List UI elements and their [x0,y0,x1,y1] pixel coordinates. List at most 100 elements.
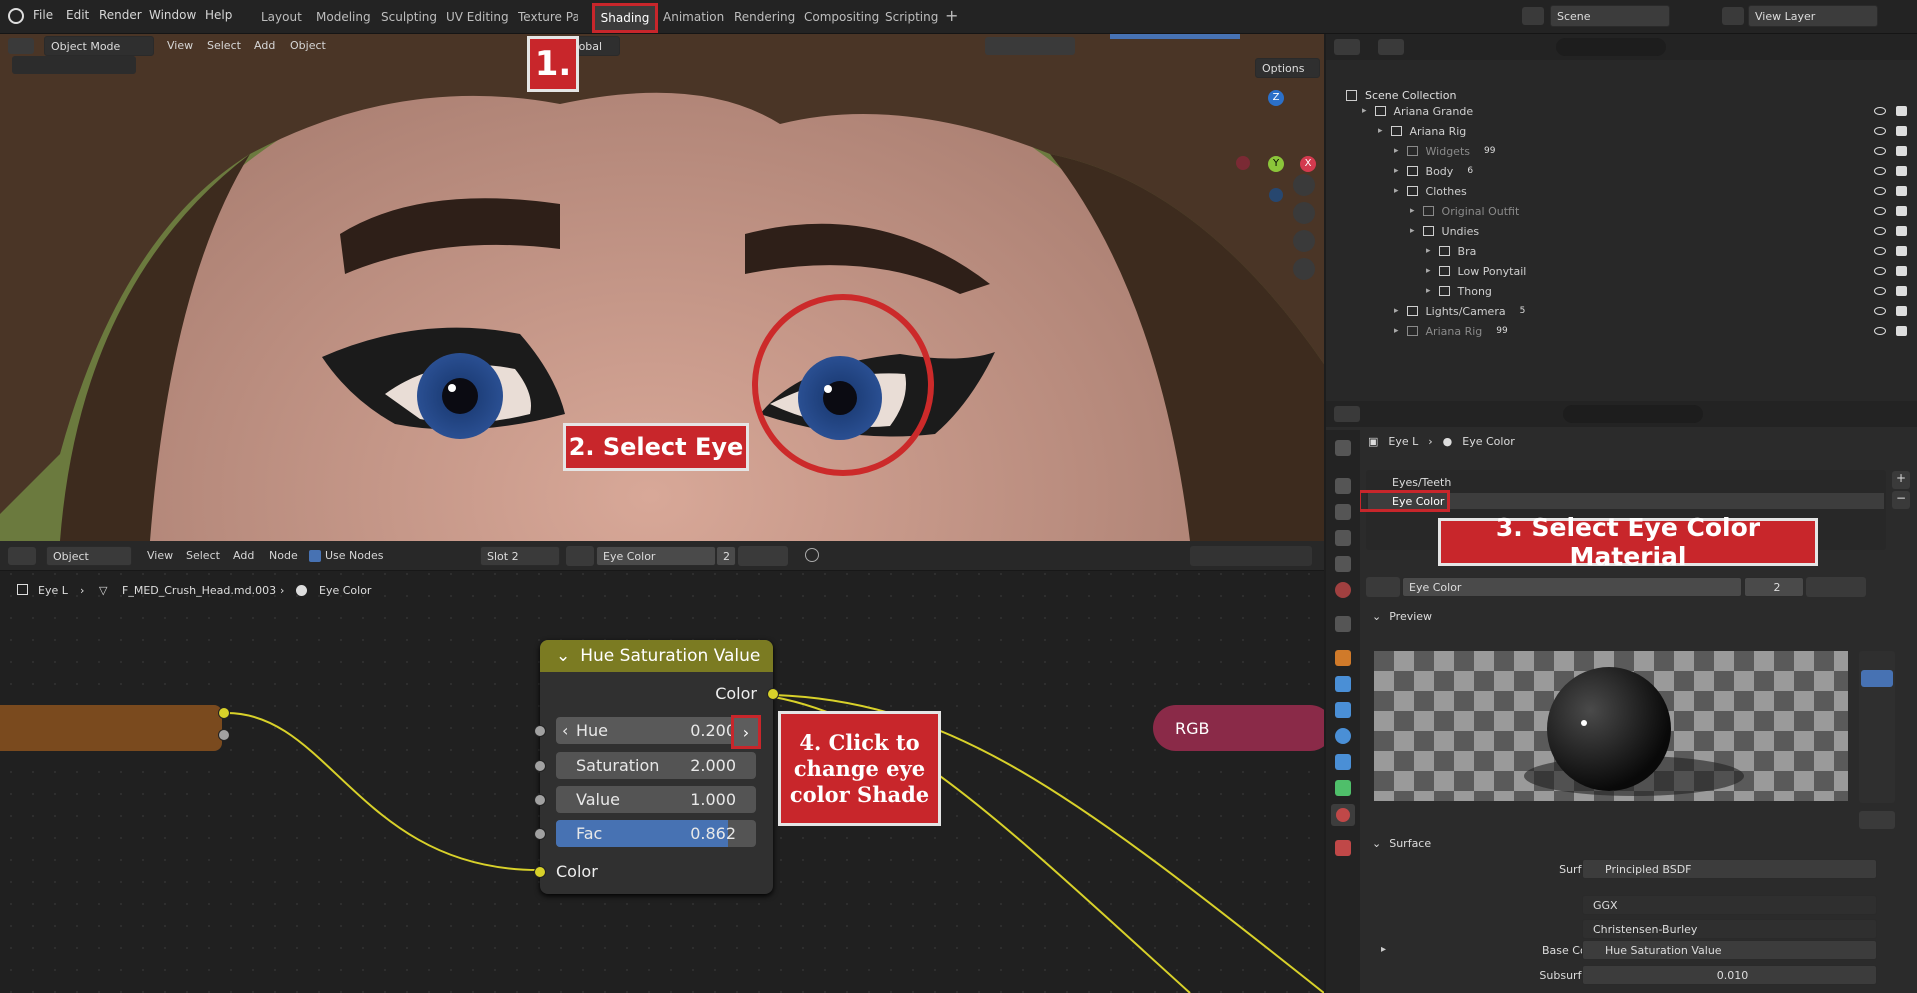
mode-dropdown[interactable]: Object Mode [44,36,154,56]
collection-tab-icon[interactable] [1335,616,1351,632]
node-menu-select[interactable]: Select [186,549,220,562]
tab-scripting[interactable]: Scripting [885,10,938,24]
expand-arrow-icon[interactable]: ▸ [1394,186,1399,196]
visibility-eye-icon[interactable] [1874,327,1886,335]
menu-file[interactable]: File [33,8,53,22]
viewport-menu-add[interactable]: Add [254,39,275,52]
outliner[interactable]: Scene Collection ▸ Ariana Grande ▸ Ariana R… [1326,34,1917,401]
outliner-item[interactable]: ▸ Ariana Rig 99 [1394,321,1874,341]
expand-arrow-icon[interactable]: ▸ [1426,246,1431,256]
value-field[interactable]: Value 1.000 [556,786,756,813]
preview-sphere-selected[interactable] [1861,670,1893,687]
expand-arrow-icon[interactable]: ▸ [1394,326,1399,336]
perspective-grid-icon[interactable] [1293,258,1315,280]
display-mode-icon[interactable] [1378,39,1404,55]
editor-type-icon[interactable] [8,38,34,54]
outliner-item[interactable]: ▸ Clothes [1394,181,1874,201]
expand-arrow-icon[interactable]: ▸ [1362,106,1367,116]
properties-tab-column[interactable] [1326,430,1360,993]
world-tab-icon[interactable] [1335,582,1351,598]
render-camera-icon[interactable] [1896,246,1907,256]
visibility-eye-icon[interactable] [1874,287,1886,295]
menu-render[interactable]: Render [99,8,142,22]
3d-viewport[interactable]: Object Mode View Select Add Object Globa… [0,34,1324,541]
gizmo-neg-z[interactable] [1269,188,1283,202]
visibility-eye-icon[interactable] [1874,107,1886,115]
visibility-eye-icon[interactable] [1874,267,1886,275]
material-name-field[interactable]: Eye Color [1402,577,1742,597]
tab-sculpting[interactable]: Sculpting [381,10,437,24]
material-browse-icon[interactable] [1366,577,1400,597]
blender-logo-icon[interactable] [8,8,24,24]
slot-remove-button[interactable]: − [1892,491,1910,509]
gizmo-neg-x[interactable] [1236,156,1250,170]
viewport-shading-buttons[interactable] [985,37,1075,55]
pin-icon[interactable] [805,548,819,562]
visibility-eye-icon[interactable] [1874,227,1886,235]
rgb-node[interactable]: RGB [1153,705,1324,751]
tab-compositing[interactable]: Compositing [804,10,879,24]
preview-world-button[interactable] [1859,811,1895,829]
scene-field[interactable]: Scene [1550,5,1670,27]
menu-edit[interactable]: Edit [66,8,89,22]
node-object-dropdown[interactable]: Object [46,546,132,566]
gizmo-y-axis[interactable]: Y [1268,156,1284,172]
menu-window[interactable]: Window [149,8,196,22]
material-tab-icon[interactable] [1331,804,1355,826]
scene-tab-icon[interactable] [1335,556,1351,572]
expand-arrow-icon[interactable]: ▸ [1426,266,1431,276]
surface-panel-header[interactable]: ⌄ Surface [1366,833,1911,853]
constraints-tab-icon[interactable] [1335,754,1351,770]
node-snap-icons[interactable] [1190,546,1312,566]
physics-tab-icon[interactable] [1335,728,1351,744]
render-camera-icon[interactable] [1896,146,1907,156]
render-camera-icon[interactable] [1896,186,1907,196]
visibility-eye-icon[interactable] [1874,247,1886,255]
visibility-eye-icon[interactable] [1874,207,1886,215]
properties-type-icon[interactable] [1334,406,1360,422]
tab-animation[interactable]: Animation [663,10,724,24]
outliner-item[interactable]: ▸ Thong [1426,281,1906,301]
viewport-menu-view[interactable]: View [167,39,193,52]
material-users-field[interactable]: 2 [1744,577,1804,597]
expand-arrow-icon[interactable]: ▸ [1378,126,1383,136]
slot-eyes-teeth[interactable]: Eyes/Teeth [1368,473,1884,491]
menu-help[interactable]: Help [205,8,232,22]
node-editor-type-icon[interactable] [8,547,36,565]
expand-arrow-icon[interactable]: ▸ [1410,206,1415,216]
render-camera-icon[interactable] [1896,206,1907,216]
tab-modeling[interactable]: Modeling [316,10,371,24]
distribution-dropdown[interactable]: GGX [1582,895,1877,915]
node-menu-view[interactable]: View [147,549,173,562]
tab-shading[interactable]: Shading [592,3,658,33]
outliner-type-icon[interactable] [1334,39,1360,55]
camera-view-icon[interactable] [1293,230,1315,252]
visibility-eye-icon[interactable] [1874,167,1886,175]
surface-shader-field[interactable]: Principled BSDF [1582,859,1877,879]
subsurface-field[interactable]: 0.010 [1582,965,1877,985]
zoom-icon[interactable] [1293,174,1315,196]
render-camera-icon[interactable] [1896,106,1907,116]
hue-saturation-value-node[interactable]: ⌄ Hue Saturation Value Color ‹ Hue 0.200 … [534,640,779,894]
render-camera-icon[interactable] [1896,326,1907,336]
subsurface-method-dropdown[interactable]: Christensen-Burley [1582,919,1877,939]
properties-editor[interactable]: ▣ Eye L › ● Eye Color Eyes/Teeth Eye Col… [1326,401,1917,993]
outliner-item[interactable]: ▸ Original Outfit [1410,201,1890,221]
hsv-node-header[interactable]: ⌄ Hue Saturation Value [540,640,773,672]
particles-tab-icon[interactable] [1335,702,1351,718]
fake-user-shield-icon[interactable] [738,546,788,566]
value-input-socket[interactable] [534,794,546,806]
hsv-input-color-socket[interactable] [534,866,546,878]
render-camera-icon[interactable] [1896,226,1907,236]
visibility-eye-icon[interactable] [1874,127,1886,135]
hue-increment-button[interactable]: › [731,715,761,749]
select-tool-icons[interactable] [12,56,136,74]
modifier-tab-icon[interactable] [1335,676,1351,692]
input-node-collapsed[interactable] [0,705,222,751]
visibility-eye-icon[interactable] [1874,147,1886,155]
gizmo-z-axis[interactable]: Z [1268,90,1284,106]
tab-texture-paint[interactable]: Texture Paint [518,10,578,24]
tab-layout[interactable]: Layout [261,10,302,24]
viewport-menu-select[interactable]: Select [207,39,241,52]
texture-tab-icon[interactable] [1335,840,1351,856]
